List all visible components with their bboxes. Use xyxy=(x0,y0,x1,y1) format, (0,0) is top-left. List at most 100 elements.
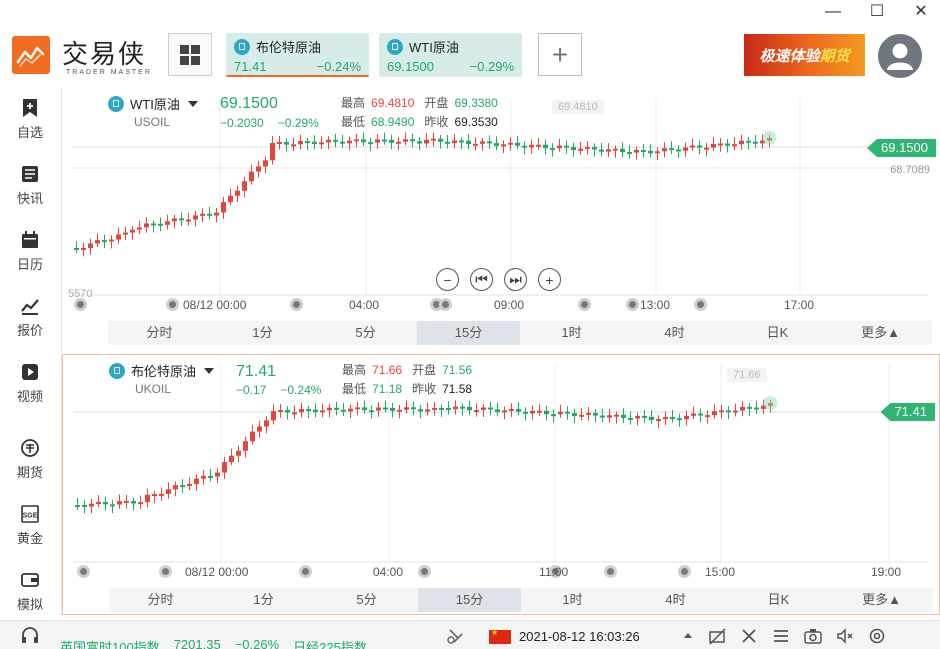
candle xyxy=(719,410,724,413)
candle xyxy=(256,166,261,172)
event-marker[interactable] xyxy=(694,298,707,311)
headset-icon[interactable] xyxy=(20,626,40,646)
link-icon[interactable] xyxy=(446,626,466,646)
candle xyxy=(718,143,723,146)
layout-grid-button[interactable] xyxy=(168,33,212,76)
sidebar-item-watchlist[interactable]: 自选 xyxy=(0,98,60,141)
sidebar-item-video[interactable]: 视频 xyxy=(0,362,60,405)
low-value: 68.9490 xyxy=(371,115,415,129)
candle xyxy=(243,441,248,451)
event-marker[interactable] xyxy=(678,565,691,578)
candle xyxy=(438,138,443,142)
candle xyxy=(453,406,458,410)
zoom-out-button[interactable]: − xyxy=(436,268,459,291)
timeframe-15分[interactable]: 15分 xyxy=(417,321,520,345)
event-marker[interactable] xyxy=(159,565,172,578)
promo-banner[interactable]: 极速体验 期货 xyxy=(744,34,865,76)
candle xyxy=(677,418,682,421)
candle xyxy=(669,148,674,151)
event-marker[interactable] xyxy=(290,298,303,311)
candle xyxy=(404,407,409,410)
symbol-name: WTI原油 xyxy=(130,97,180,112)
gold-icon: SGE xyxy=(21,505,39,523)
candle xyxy=(382,139,387,142)
zoom-in-button[interactable]: + xyxy=(538,268,561,291)
timeframe-1分[interactable]: 1分 xyxy=(211,321,314,345)
event-marker[interactable] xyxy=(418,565,431,578)
user-avatar[interactable] xyxy=(878,34,922,78)
candle xyxy=(501,144,506,147)
event-marker[interactable] xyxy=(166,298,179,311)
index-ticker[interactable]: 英国富时100指数 7201.35 −0.26% 日经225指数 xyxy=(60,637,367,649)
candle xyxy=(586,412,591,415)
timeframe-5分[interactable]: 5分 xyxy=(314,321,417,345)
tab-wti[interactable]: WTI原油 69.1500 −0.29% xyxy=(379,33,522,77)
event-marker[interactable] xyxy=(626,298,639,311)
timeframe-日K[interactable]: 日K xyxy=(727,588,830,612)
timeframe-更多▲[interactable]: 更多▲ xyxy=(829,321,932,345)
event-marker[interactable] xyxy=(439,298,452,311)
sidebar-item-news[interactable]: 快讯 xyxy=(0,164,60,207)
status-tools xyxy=(682,627,886,645)
sidebar-item-simulation[interactable]: 模拟 xyxy=(0,570,60,613)
candle xyxy=(375,139,380,143)
candle xyxy=(551,414,556,417)
timeframe-4时[interactable]: 4时 xyxy=(624,588,727,612)
timeframe-分时[interactable]: 分时 xyxy=(109,588,212,612)
skip-forward-button[interactable]: ⏭ xyxy=(504,268,527,291)
candle xyxy=(271,410,276,421)
event-marker[interactable] xyxy=(299,565,312,578)
timeframe-1时[interactable]: 1时 xyxy=(520,321,623,345)
candle xyxy=(753,141,758,144)
tools-icon[interactable] xyxy=(740,627,758,645)
timeframe-5分[interactable]: 5分 xyxy=(315,588,418,612)
tab-brent[interactable]: 布伦特原油 71.41 −0.24% xyxy=(226,33,369,77)
sidebar-item-label: 视频 xyxy=(16,389,43,404)
event-marker[interactable] xyxy=(77,565,90,578)
candle xyxy=(312,141,317,145)
candle xyxy=(607,415,612,418)
event-marker[interactable] xyxy=(578,298,591,311)
candle xyxy=(565,411,570,414)
draw-tool-icon[interactable] xyxy=(708,627,726,645)
skip-back-button[interactable]: ⏮ xyxy=(470,268,493,291)
symbol-name: 布伦特原油 xyxy=(131,364,197,379)
timeframe-更多▲[interactable]: 更多▲ xyxy=(830,588,933,612)
candle xyxy=(550,148,555,151)
event-marker[interactable] xyxy=(74,298,87,311)
symbol-selector[interactable]: 布伦特原油 UKOIL xyxy=(109,361,215,396)
timeframe-15分[interactable]: 15分 xyxy=(418,588,521,612)
live-price-glow xyxy=(762,131,777,146)
candle xyxy=(327,407,332,411)
candle xyxy=(522,145,527,148)
sidebar-item-gold[interactable]: SGE 黄金 xyxy=(0,504,60,547)
candle xyxy=(81,247,86,250)
datetime: 2021-08-12 16:03:26 xyxy=(519,629,640,644)
event-marker[interactable] xyxy=(604,565,617,578)
symbol-selector[interactable]: WTI原油 USOIL xyxy=(108,94,198,129)
time-axis-label: 09:00 xyxy=(494,298,525,312)
settings-icon[interactable] xyxy=(868,627,886,645)
symbol-code: UKOIL xyxy=(135,382,172,396)
timeframe-1时[interactable]: 1时 xyxy=(521,588,624,612)
timeframe-1分[interactable]: 1分 xyxy=(212,588,315,612)
candle xyxy=(368,142,373,145)
candle xyxy=(285,409,290,413)
candle xyxy=(628,417,633,420)
sidebar-item-futures[interactable]: 期货 xyxy=(0,438,60,481)
prev-close-label: 昨收 xyxy=(412,382,437,396)
brand-name: 交易侠 xyxy=(62,40,147,70)
sidebar-item-quotes[interactable]: 报价 xyxy=(0,296,60,339)
candle xyxy=(656,419,661,422)
sidebar-item-calendar[interactable]: 日历 xyxy=(0,230,60,273)
mute-icon[interactable] xyxy=(836,627,854,645)
add-tab-button[interactable]: + xyxy=(538,33,582,76)
candle xyxy=(306,409,311,412)
change-value: −0.2030 xyxy=(220,116,264,130)
menu-list-icon[interactable] xyxy=(772,627,790,645)
timeframe-日K[interactable]: 日K xyxy=(726,321,829,345)
caret-up-icon[interactable] xyxy=(682,627,694,645)
camera-icon[interactable] xyxy=(804,627,822,645)
timeframe-分时[interactable]: 分时 xyxy=(108,321,211,345)
timeframe-4时[interactable]: 4时 xyxy=(623,321,726,345)
